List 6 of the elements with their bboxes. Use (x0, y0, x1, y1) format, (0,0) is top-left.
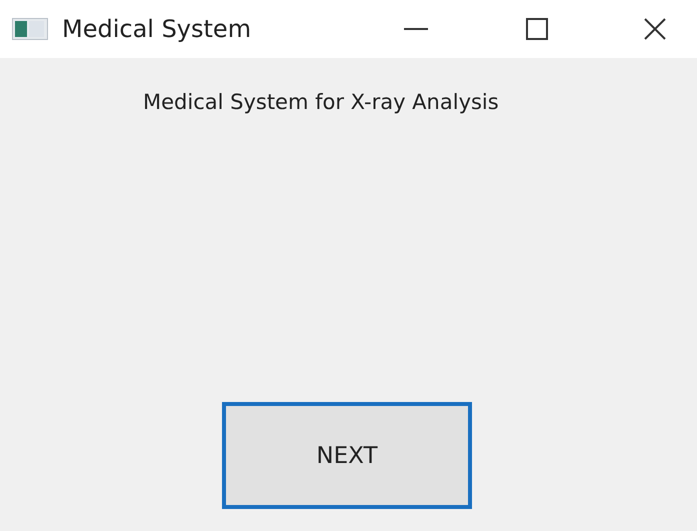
window-title: Medical System (62, 15, 252, 43)
window-icon (12, 18, 48, 40)
close-icon[interactable] (643, 17, 667, 41)
next-button[interactable]: NEXT (222, 402, 472, 509)
heading: Medical System for X-ray Analysis (143, 90, 499, 114)
maximize-icon[interactable] (525, 17, 549, 41)
